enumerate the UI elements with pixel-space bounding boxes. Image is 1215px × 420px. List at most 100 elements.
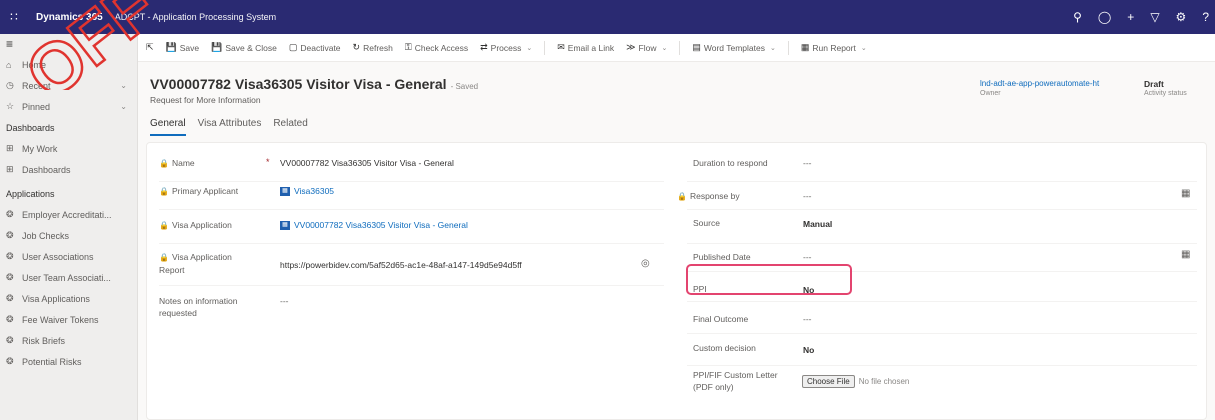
lightbulb-icon[interactable]: ◯ — [1098, 10, 1111, 24]
custom-decision-label: Custom decision — [693, 343, 756, 353]
custom-decision-value[interactable]: No — [803, 344, 814, 356]
command-separator — [787, 40, 789, 55]
sidebar-item-fee-waiver-tokens[interactable]: ❂ Fee Waiver Tokens — [0, 309, 137, 330]
source-value[interactable]: Manual — [803, 218, 832, 230]
gear-icon[interactable]: ⚙ — [1176, 10, 1187, 24]
save-button[interactable]: 💾 Save — [166, 42, 200, 53]
app-launcher-icon[interactable]: ∷ — [0, 10, 28, 24]
app-name[interactable]: Dynamics 365 — [36, 12, 103, 23]
plus-icon[interactable]: + — [1127, 10, 1134, 24]
field-name: 🔒 Name — [159, 157, 274, 170]
section-header-applications: Applications — [6, 188, 55, 199]
row-divider — [687, 301, 1197, 302]
chevron-down-icon[interactable]: ⌄ — [120, 102, 127, 111]
row-divider — [687, 365, 1197, 366]
published-date-value[interactable]: --- — [803, 251, 812, 263]
entity-icon: ❂ — [6, 251, 14, 261]
process-button[interactable]: ⇄ Process ⌄ — [480, 42, 532, 53]
entity-icon: ❂ — [6, 272, 14, 282]
open-window-icon: ⇱ — [146, 42, 154, 52]
calendar-icon[interactable]: ▦ — [1181, 188, 1190, 199]
open-new-window-button[interactable]: ⇱ — [146, 42, 154, 53]
sidebar-item-job-checks[interactable]: ❂ Job Checks — [0, 225, 137, 246]
check-access-button[interactable]: ⚿ Check Access — [405, 42, 468, 53]
sidebar: ≡ ⌂ Home ◷ Recent ⌄ ☆ Pinned ⌄ Dashboards ⊞ My… — [0, 34, 138, 420]
sidebar-item-pinned[interactable]: ☆ Pinned ⌄ — [0, 96, 137, 117]
ppi-highlight — [686, 264, 852, 295]
sidebar-item-visa-applications[interactable]: ❂ Visa Applications — [0, 288, 137, 309]
no-file-text: No file chosen — [858, 377, 910, 386]
email-link-button[interactable]: ✉ Email a Link — [557, 42, 614, 53]
source-label: Source — [693, 218, 720, 228]
response-by-value[interactable]: --- — [803, 190, 812, 202]
status-label: Activity status — [1144, 90, 1187, 97]
sidebar-item-recent[interactable]: ◷ Recent ⌄ — [0, 75, 137, 96]
row-divider — [687, 243, 1197, 244]
run-report-button[interactable]: ▦ Run Report ⌄ — [801, 42, 867, 53]
app-description: ADCPT - Application Processing System — [114, 12, 277, 22]
chevron-down-icon: ⌄ — [860, 44, 867, 52]
chevron-down-icon: ⌄ — [526, 44, 533, 52]
visa-application-report-label: 🔒 Visa Application Report — [159, 252, 232, 275]
filter-icon[interactable]: ▽ — [1150, 10, 1159, 24]
sidebar-item-user-associations[interactable]: ❂ User Associations — [0, 246, 137, 267]
sidebar-item-user-team-associations[interactable]: ❂ User Team Associati... — [0, 267, 137, 288]
notes-value[interactable]: --- — [280, 295, 289, 307]
primary-applicant-label: 🔒 Primary Applicant — [159, 186, 239, 196]
page-title: VV00007782 Visa36305 Visitor Visa - Gene… — [150, 76, 479, 92]
record-type: Request for More Information — [150, 95, 261, 105]
choose-file-button[interactable]: Choose File — [802, 375, 855, 388]
final-outcome-value[interactable]: --- — [803, 313, 812, 325]
globe-icon[interactable]: ◎ — [641, 258, 650, 269]
tab-related[interactable]: Related — [273, 118, 307, 136]
published-date-label: Published Date — [693, 252, 751, 262]
calendar-icon[interactable]: ▦ — [1181, 249, 1190, 260]
visa-application-report-value[interactable]: https://powerbidev.com/5af52d65-ac1e-48a… — [280, 259, 522, 271]
row-divider — [687, 181, 1197, 182]
row-divider — [159, 209, 664, 210]
command-separator — [544, 40, 546, 55]
refresh-button[interactable]: ↻ Refresh — [353, 42, 393, 53]
search-icon[interactable]: ⚲ — [1073, 10, 1082, 24]
hamburger-icon[interactable]: ≡ — [0, 34, 137, 54]
sidebar-item-potential-risks[interactable]: ❂ Potential Risks — [0, 351, 137, 372]
flow-icon: ≫ — [626, 42, 636, 52]
section-header-dashboards: Dashboards — [6, 122, 55, 133]
sidebar-item-my-work[interactable]: ⊞ My Work — [0, 138, 137, 159]
lock-icon: 🔒 — [159, 221, 169, 230]
status-value: Draft — [1144, 79, 1164, 89]
entity-icon: ❂ — [6, 356, 14, 366]
tab-visa-attributes[interactable]: Visa Attributes — [198, 118, 262, 136]
tab-general[interactable]: General — [150, 118, 186, 136]
sidebar-item-dashboards[interactable]: ⊞ Dashboards — [0, 159, 137, 180]
chevron-down-icon[interactable]: ⌄ — [120, 81, 127, 90]
save-close-button[interactable]: 💾 Save & Close — [211, 42, 277, 53]
visa-application-link[interactable]: ▦ VV00007782 Visa36305 Visitor Visa - Gen… — [280, 219, 468, 231]
row-divider — [159, 285, 664, 286]
entity-icon: ❂ — [6, 230, 14, 240]
refresh-icon: ↻ — [352, 42, 361, 52]
primary-applicant-link[interactable]: ▦ Visa36305 — [280, 185, 334, 197]
custom-letter-label: PPI/FIF Custom Letter (PDF only) — [693, 370, 778, 392]
duration-value[interactable]: --- — [803, 157, 812, 169]
help-icon[interactable]: ? — [1202, 10, 1209, 24]
required-indicator: * — [266, 157, 270, 167]
name-label: 🔒 Name — [159, 158, 195, 168]
report-icon: ▦ — [800, 42, 810, 52]
flow-button[interactable]: ≫ Flow ⌄ — [626, 42, 667, 53]
name-value[interactable]: VV00007782 Visa36305 Visitor Visa - Gene… — [280, 157, 454, 169]
owner-link[interactable]: lnd-adt-ae-app-powerautomate-ht — [980, 79, 1099, 88]
sidebar-item-risk-briefs[interactable]: ❂ Risk Briefs — [0, 330, 137, 351]
row-divider — [159, 181, 664, 182]
command-bar: ⇱ 💾 Save 💾 Save & Close ▢ Deactivate ↻ Refre… — [138, 34, 1215, 62]
entity-icon: ❂ — [6, 314, 14, 324]
response-by-label: 🔒 Response by — [677, 191, 740, 201]
word-icon: ▤ — [692, 42, 701, 52]
sidebar-item-home[interactable]: ⌂ Home — [0, 54, 137, 75]
entity-icon: ❂ — [6, 335, 14, 345]
chevron-down-icon: ⌄ — [769, 44, 776, 52]
word-templates-button[interactable]: ▤ Word Templates ⌄ — [692, 42, 776, 53]
deactivate-button[interactable]: ▢ Deactivate — [289, 42, 341, 53]
sidebar-item-employer-accreditation[interactable]: ❂ Employer Accreditati... — [0, 204, 137, 225]
key-icon: ⚿ — [404, 42, 412, 52]
